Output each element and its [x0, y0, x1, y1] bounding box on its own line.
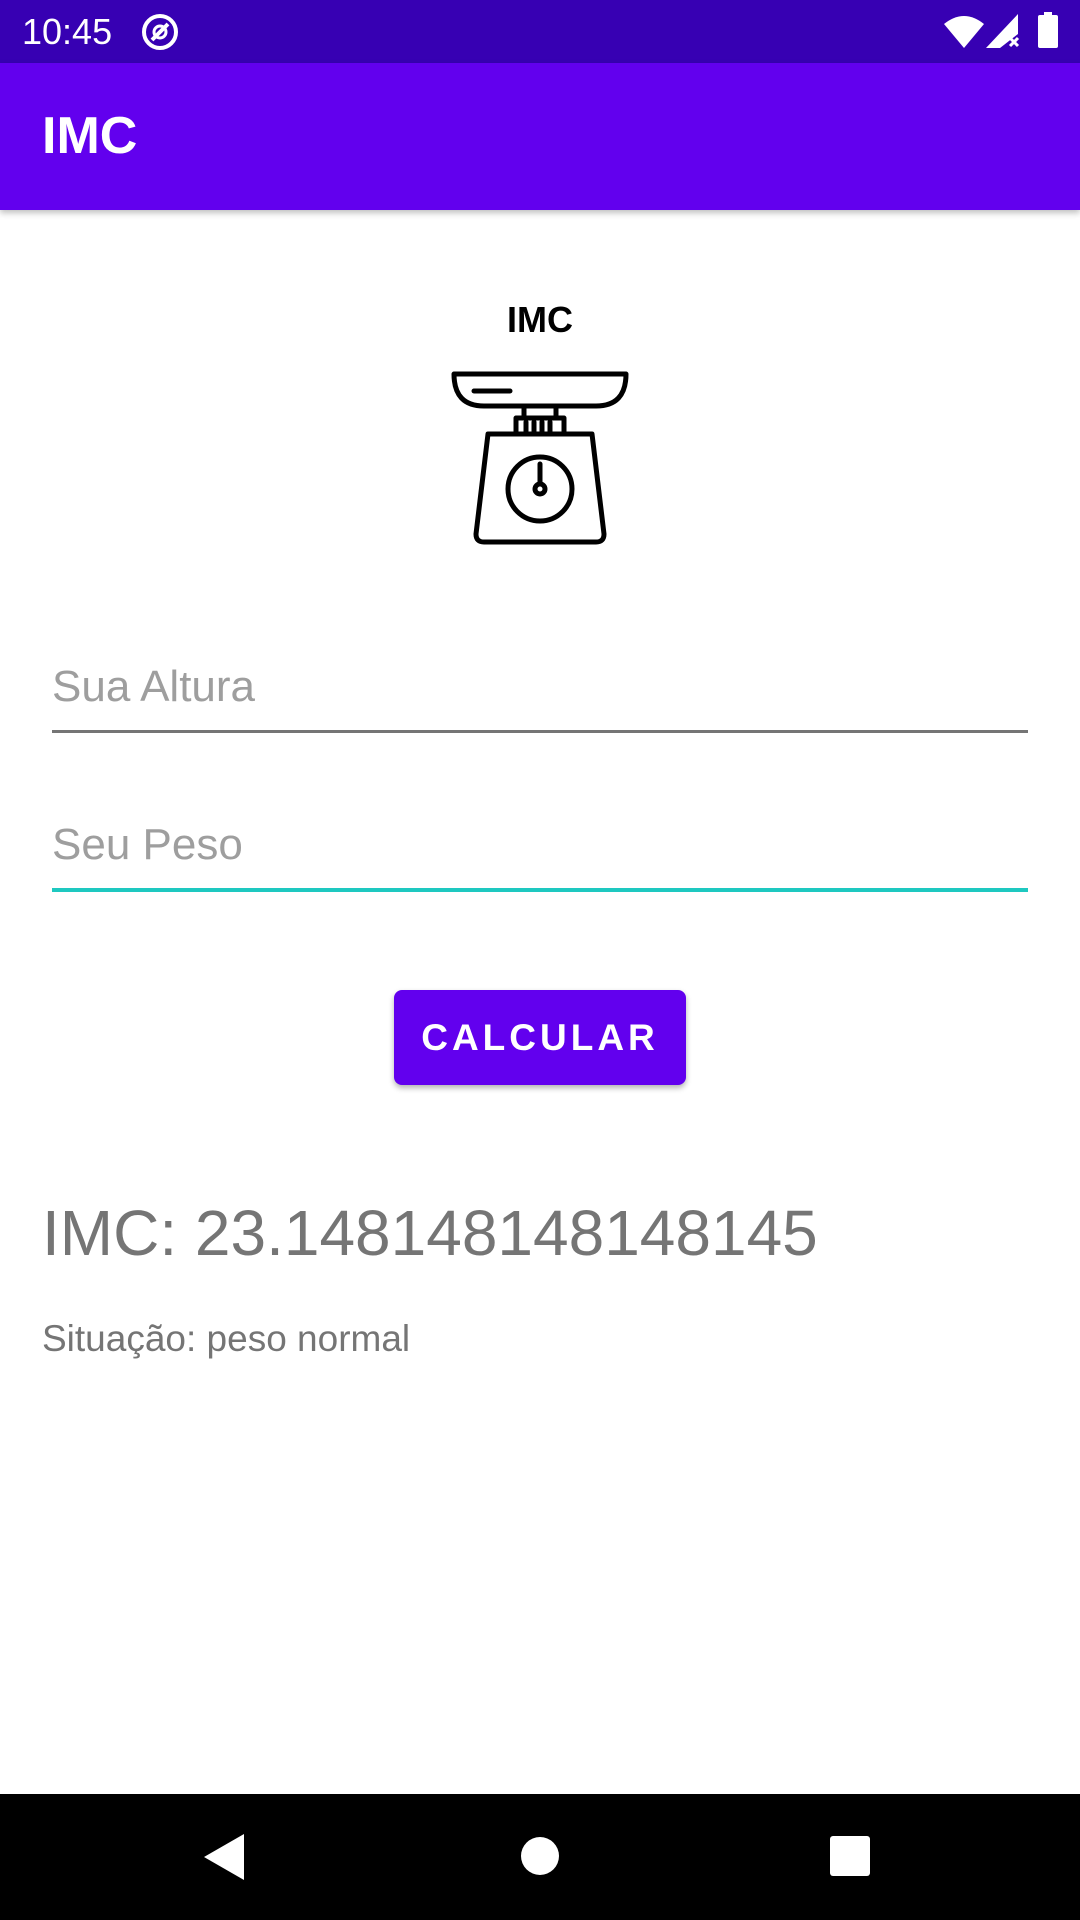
header-title: IMC [507, 299, 573, 340]
home-icon[interactable] [520, 1836, 560, 1881]
screen: 10:45 IMC IMC Sua Altura Seu Peso CALCUL… [0, 0, 1080, 1920]
signal-icon [986, 14, 1022, 53]
status-bar: 10:45 [0, 0, 1080, 63]
imc-result: IMC: 23.148148148148145 [42, 1197, 818, 1269]
at-sign-icon [140, 12, 180, 57]
status-time: 10:45 [22, 11, 113, 52]
situacao-result: Situação: peso normal [42, 1318, 411, 1359]
app-title: IMC [42, 107, 138, 165]
scale-icon [451, 371, 629, 545]
battery-icon [1038, 12, 1058, 53]
app-bar: IMC [0, 63, 1080, 210]
recents-icon[interactable] [830, 1836, 870, 1881]
peso-input[interactable] [52, 812, 1028, 892]
wifi-icon [944, 14, 984, 53]
back-icon[interactable] [204, 1834, 244, 1885]
nav-bar [0, 1794, 1080, 1920]
altura-input[interactable] [52, 653, 1028, 733]
calculate-button[interactable]: CALCULAR [394, 990, 686, 1085]
